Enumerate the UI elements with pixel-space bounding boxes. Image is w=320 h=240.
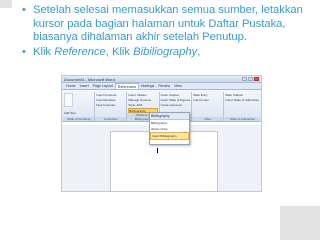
window-controls — [242, 77, 259, 81]
table-of-contents-button[interactable] — [64, 93, 73, 107]
bullet-text-suffix: , — [197, 45, 201, 58]
insert-table-of-authorities-button[interactable]: Insert Table of Authorities — [225, 98, 259, 103]
group-label: Index — [192, 117, 224, 121]
bullet-marker: • — [22, 4, 26, 16]
tab-references[interactable]: References — [114, 83, 140, 89]
tab-view[interactable]: View — [172, 83, 184, 89]
reference-term: Reference — [54, 45, 106, 58]
ribbon-tabs: Home Insert Page Layout References Maili… — [62, 83, 261, 90]
tab-insert[interactable]: Insert — [78, 83, 91, 89]
bullet-item-1: • Setelah selesai memasukkan semua sumbe… — [22, 4, 316, 45]
group-label: Table of Contents — [63, 117, 95, 121]
dropdown-title: Bibliography — [150, 113, 189, 120]
slide-corner-decoration — [0, 0, 12, 8]
group-label: Footnotes — [95, 117, 127, 121]
next-footnote-button[interactable]: Next Footnote — [96, 103, 125, 108]
word-titlebar: Document1 - Microsoft Word — [62, 76, 261, 83]
maximize-icon[interactable] — [248, 77, 253, 81]
bullet-list: • Setelah selesai memasukkan semua sumbe… — [22, 4, 316, 59]
bibliography-dropdown: Bibliography Bibliography Works Cited In… — [149, 112, 190, 145]
insert-bibliography-item[interactable]: Insert Bibliography — [150, 132, 189, 140]
group-table-of-authorities: Mark Citation Insert Table of Authoritie… — [224, 92, 261, 121]
word-screenshot: Document1 - Microsoft Word Home Insert P… — [61, 75, 262, 192]
minimize-icon[interactable] — [242, 77, 247, 81]
cross-reference-button[interactable]: Cross-reference — [161, 103, 191, 108]
tab-mailings[interactable]: Mailings — [139, 83, 156, 89]
word-title: Document1 - Microsoft Word — [64, 76, 115, 82]
insert-index-button[interactable]: Insert Index — [193, 98, 222, 103]
group-label: Table of Authorities — [224, 117, 261, 121]
group-table-of-contents: Add Text Update Table Table of Contents — [63, 92, 96, 121]
group-index: Mark Entry Insert Index Index — [192, 92, 225, 121]
close-icon[interactable] — [254, 77, 259, 81]
slide-corner-decoration-bottom — [280, 206, 320, 240]
bullet-text: Setelah selesai memasukkan semua sumber,… — [33, 4, 303, 44]
bullet-item-2: • Klik Reference, Klik Bibiliography, — [22, 46, 316, 60]
bullet-text-middle: , Klik — [105, 45, 134, 58]
text-cursor — [157, 148, 158, 153]
bibliography-term: Bibiliography — [133, 45, 198, 58]
tab-page-layout[interactable]: Page Layout — [91, 83, 115, 89]
tab-home[interactable]: Home — [64, 83, 78, 89]
group-footnotes: Insert Footnote Insert Endnote Next Foot… — [95, 92, 128, 121]
tab-review[interactable]: Review — [156, 83, 172, 89]
bullet-marker: • — [22, 45, 26, 58]
bullet-text-prefix: Klik — [33, 45, 55, 58]
